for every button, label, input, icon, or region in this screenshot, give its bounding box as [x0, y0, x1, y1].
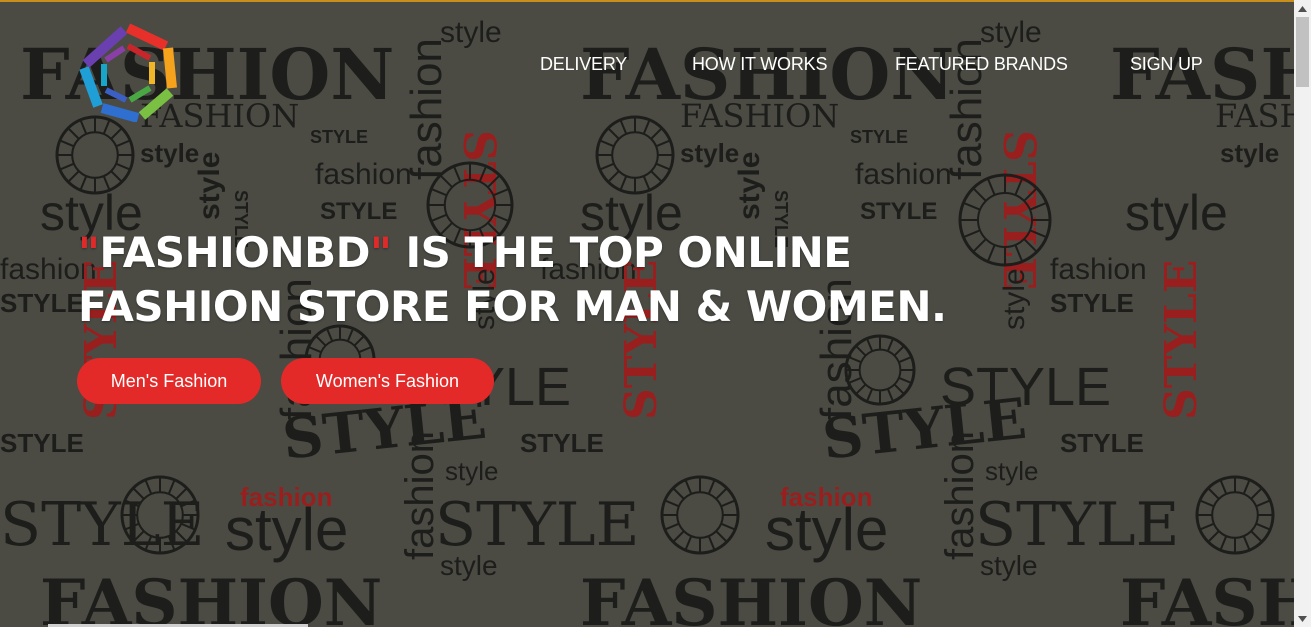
quote-open: ": [78, 228, 100, 277]
hero-headline: "FASHIONBD" IS THE TOP ONLINE FASHION STO…: [78, 226, 1038, 334]
main-nav: DELIVERY HOW IT WORKS FEATURED BRANDS SI…: [0, 54, 1294, 76]
nav-featured-brands-link[interactable]: FEATURED BRANDS: [895, 54, 1068, 75]
womens-fashion-button[interactable]: Women's Fashion: [281, 358, 494, 404]
headline-line1-rest: IS THE TOP ONLINE: [391, 228, 852, 277]
mens-fashion-button[interactable]: Men's Fashion: [77, 358, 261, 404]
top-border-line: [0, 0, 1311, 2]
triangle-down-icon[interactable]: [1294, 610, 1311, 627]
quote-close: ": [370, 228, 392, 277]
vertical-scrollbar[interactable]: [1294, 0, 1311, 627]
nav-sign-up-link[interactable]: SIGN UP: [1130, 54, 1203, 75]
hero-section: FASHIONFASHIONFASHIONFASHIONFASHIONFASHI…: [0, 0, 1294, 627]
scrollbar-thumb[interactable]: [1296, 17, 1309, 87]
nav-delivery-link[interactable]: DELIVERY: [540, 54, 627, 75]
nav-how-it-works-link[interactable]: HOW IT WORKS: [692, 54, 827, 75]
brand-name: FASHIONBD: [99, 228, 371, 277]
headline-line2: FASHION STORE FOR MAN & WOMEN.: [78, 282, 947, 331]
triangle-up-icon[interactable]: [1294, 0, 1311, 17]
